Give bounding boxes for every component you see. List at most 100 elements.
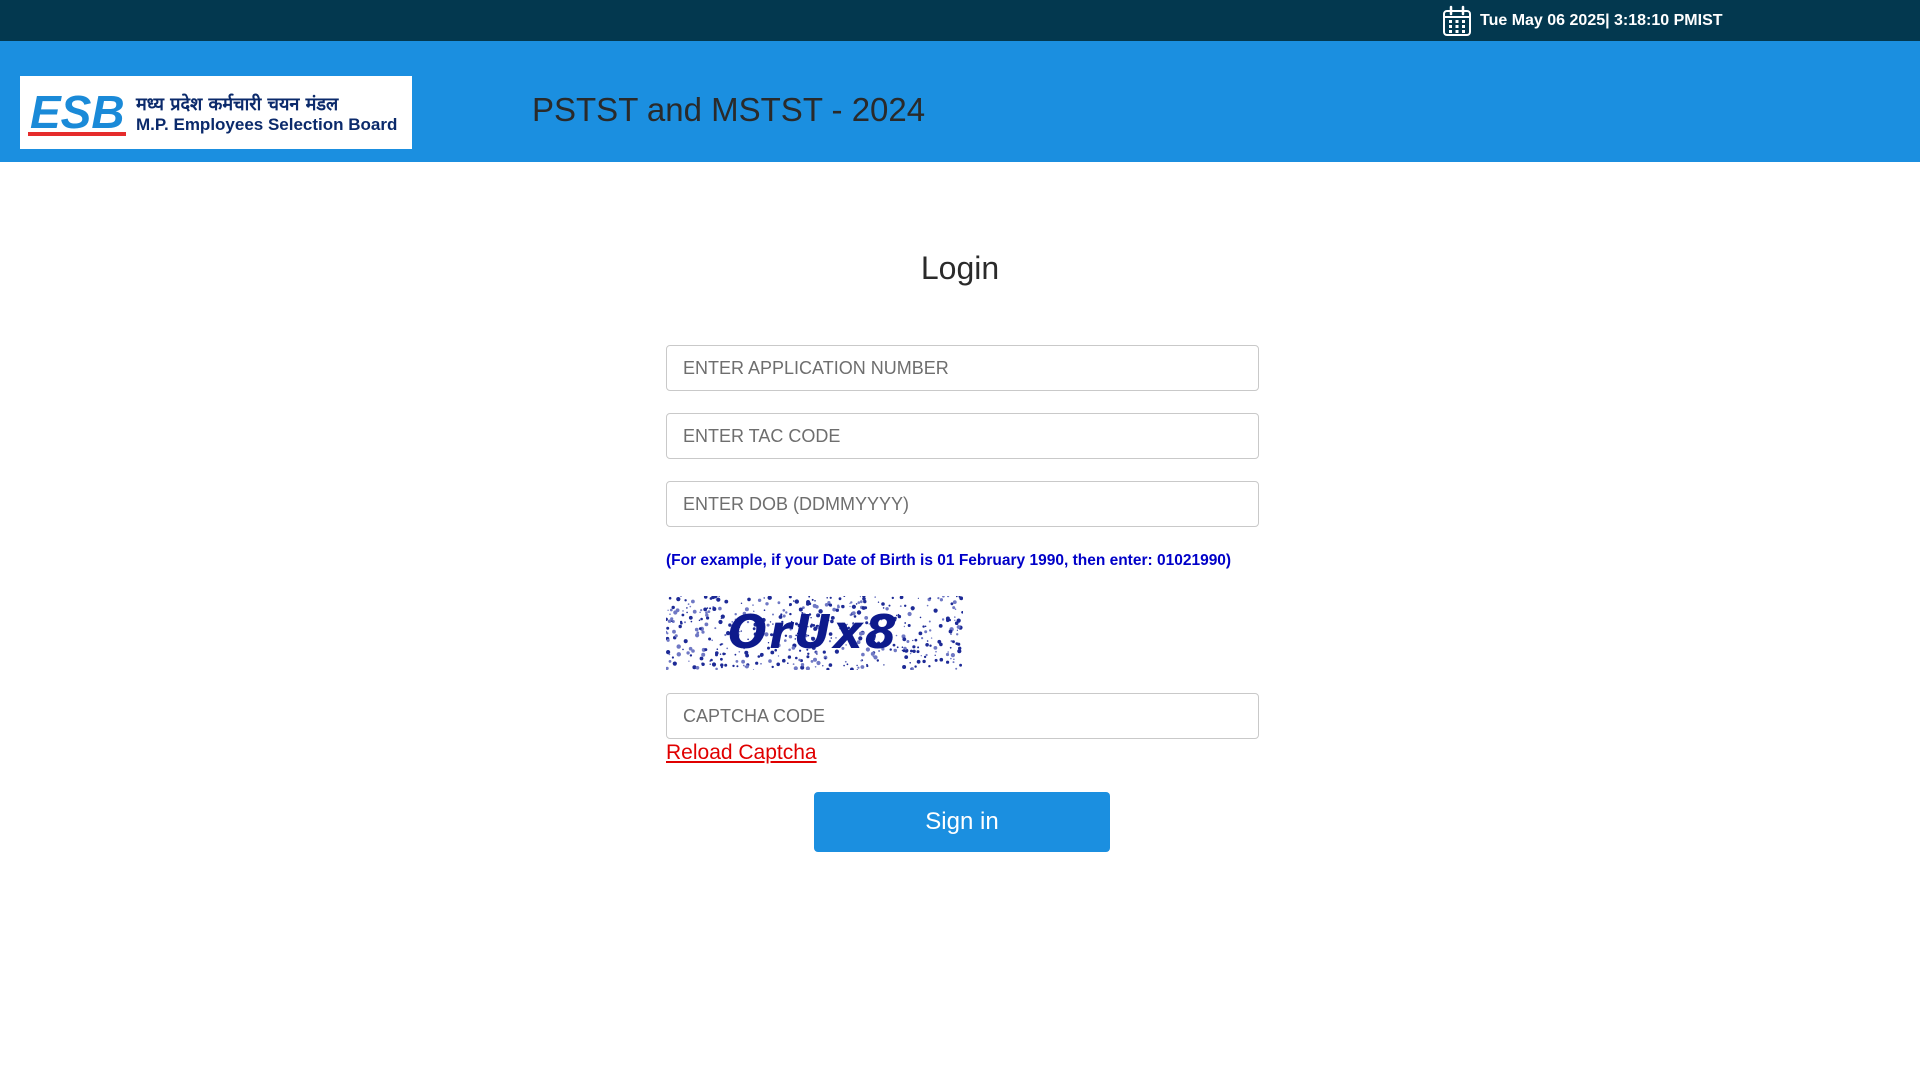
captcha-noise-dot xyxy=(856,664,858,667)
captcha-noise-dot xyxy=(708,637,712,641)
tac-code-input[interactable] xyxy=(666,413,1259,459)
captcha-noise-dot xyxy=(902,637,907,642)
captcha-noise-dot xyxy=(668,653,671,656)
captcha-noise-dot xyxy=(718,619,723,625)
captcha-noise-dot xyxy=(912,639,914,642)
captcha-noise-dot xyxy=(692,665,697,670)
captcha-noise-dot xyxy=(709,607,712,610)
captcha-noise-dot xyxy=(934,654,936,656)
captcha-noise-dot xyxy=(724,663,728,667)
captcha-noise-dot xyxy=(876,659,879,662)
captcha-noise-dot xyxy=(724,599,729,604)
captcha-noise-dot xyxy=(850,667,854,672)
captcha-noise-dot xyxy=(933,646,938,650)
captcha-code-text: OrUx8 xyxy=(728,605,899,659)
captcha-noise-dot xyxy=(720,663,724,667)
captcha-noise-dot xyxy=(955,667,958,670)
captcha-noise-dot xyxy=(859,596,861,598)
captcha-noise-dot xyxy=(904,655,909,659)
captcha-noise-dot xyxy=(711,662,717,667)
captcha-noise-dot xyxy=(724,633,727,637)
captcha-noise-dot xyxy=(694,627,699,632)
captcha-noise-dot xyxy=(715,651,719,655)
dob-input[interactable] xyxy=(666,481,1259,527)
captcha-noise-dot xyxy=(810,660,814,663)
captcha-noise-dot xyxy=(950,653,955,658)
captcha-noise-dot xyxy=(700,609,703,612)
sign-in-button[interactable]: Sign in xyxy=(814,792,1110,852)
application-number-input[interactable] xyxy=(666,345,1259,391)
captcha-noise-dot xyxy=(665,666,669,670)
logo-english-text: M.P. Employees Selection Board xyxy=(136,115,397,134)
captcha-noise-dot xyxy=(925,643,929,647)
captcha-noise-dot xyxy=(947,651,949,653)
captcha-noise-dot xyxy=(958,646,962,650)
captcha-noise-dot xyxy=(676,652,681,657)
captcha-noise-dot xyxy=(689,605,692,608)
captcha-noise-dot xyxy=(926,604,929,607)
captcha-noise-dot xyxy=(918,631,923,636)
captcha-noise-dot xyxy=(794,599,799,604)
captcha-noise-dot xyxy=(814,600,816,602)
captcha-noise-dot xyxy=(950,602,954,606)
captcha-noise-dot xyxy=(859,600,863,604)
captcha-noise-dot xyxy=(695,633,700,638)
captcha-noise-dot xyxy=(706,607,709,609)
captcha-noise-dot xyxy=(671,605,675,610)
captcha-noise-dot xyxy=(942,594,945,598)
captcha-noise-dot xyxy=(910,606,915,611)
captcha-noise-dot xyxy=(691,599,695,604)
captcha-noise-dot xyxy=(782,658,786,663)
svg-text:ESB: ESB xyxy=(30,86,125,138)
captcha-noise-dot xyxy=(939,642,943,647)
site-header: ESB मध्य प्रदेश कर्मचारी चयन मंडल M.P. E… xyxy=(0,41,1920,162)
captcha-input[interactable] xyxy=(666,693,1259,739)
captcha-noise-dot xyxy=(844,660,847,663)
captcha-noise-dot xyxy=(671,620,673,622)
captcha-noise-dot xyxy=(672,661,677,666)
captcha-noise-dot xyxy=(935,650,937,653)
captcha-noise-dot xyxy=(883,664,885,666)
captcha-noise-dot xyxy=(742,664,745,667)
captcha-noise-dot xyxy=(686,607,688,609)
captcha-noise-dot xyxy=(916,650,920,654)
captcha-noise-dot xyxy=(910,668,912,670)
captcha-noise-dot xyxy=(755,661,759,665)
captcha-noise-dot xyxy=(916,659,921,664)
captcha-noise-dot xyxy=(849,602,851,605)
reload-captcha-link[interactable]: Reload Captcha xyxy=(666,741,817,765)
captcha-noise-dot xyxy=(722,652,726,656)
captcha-noise-dot xyxy=(937,597,940,600)
captcha-noise-dot xyxy=(719,653,722,655)
captcha-noise-dot xyxy=(676,644,681,649)
captcha-noise-dot xyxy=(838,597,842,601)
captcha-noise-dot xyxy=(902,649,906,653)
captcha-noise-dot xyxy=(716,597,721,602)
captcha-noise-dot xyxy=(687,603,690,605)
captcha-noise-dot xyxy=(857,601,861,604)
captcha-noise-dot xyxy=(695,666,700,670)
captcha-noise-dot xyxy=(714,627,717,630)
captcha-noise-dot xyxy=(909,662,911,664)
captcha-noise-dot xyxy=(709,660,711,662)
captcha-noise-dot xyxy=(679,620,683,624)
captcha-noise-dot xyxy=(740,602,743,604)
captcha-noise-dot xyxy=(961,611,964,614)
captcha-noise-dot xyxy=(902,665,907,669)
captcha-noise-dot xyxy=(787,662,789,664)
captcha-noise-dot xyxy=(949,646,952,649)
captcha-image: OrUx8 xyxy=(664,594,964,672)
captcha-noise-dot xyxy=(891,596,894,600)
captcha-noise-dot xyxy=(914,638,918,642)
captcha-noise-dot xyxy=(956,629,958,631)
captcha-noise-dot xyxy=(953,658,955,660)
top-bar: Tue May 06 2025| 3:18:10 PMIST xyxy=(0,0,1920,41)
page-title: PSTST and MSTST - 2024 xyxy=(532,91,926,128)
captcha-noise-dot xyxy=(956,625,961,629)
captcha-noise-dot xyxy=(700,617,703,621)
captcha-noise-dot xyxy=(922,659,926,664)
captcha-noise-dot xyxy=(930,637,933,639)
captcha-noise-dot xyxy=(688,615,693,620)
captcha-noise-dot xyxy=(720,657,723,661)
captcha-noise-dot xyxy=(682,648,684,651)
